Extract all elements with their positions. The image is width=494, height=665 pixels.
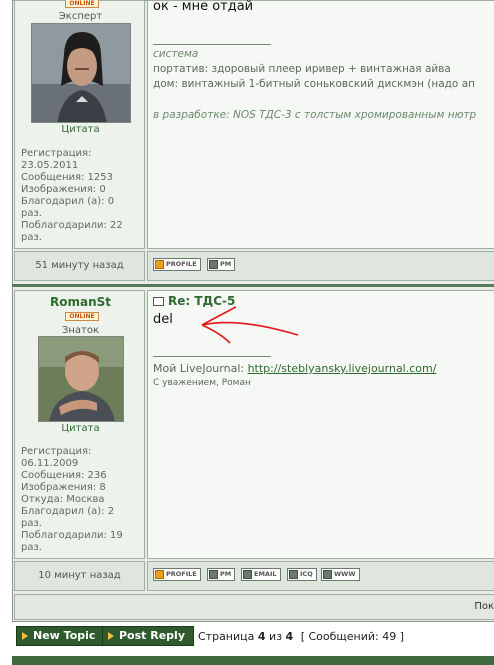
stat-line: раз. bbox=[21, 208, 42, 219]
email-button[interactable]: EMAIL bbox=[241, 568, 281, 581]
signature-livejournal: Мой LiveJournal: http://steblyansky.live… bbox=[153, 361, 436, 376]
quote-link[interactable]: Цитата bbox=[15, 124, 146, 135]
quote-link[interactable]: Цитата bbox=[15, 423, 146, 434]
post-time: 10 минут назад bbox=[14, 561, 145, 591]
profile-button[interactable]: PROFILE bbox=[153, 568, 201, 581]
avatar bbox=[38, 336, 124, 422]
signature-divider bbox=[153, 44, 271, 45]
post-icon bbox=[153, 297, 164, 306]
stat-line: Благодарил (а): 0 bbox=[21, 196, 115, 207]
stat-line: Поблагодарили: 22 bbox=[21, 220, 123, 231]
username[interactable]: RomanSt bbox=[15, 295, 146, 309]
stat-line: Регистрация: bbox=[21, 148, 92, 159]
pm-button[interactable]: PM bbox=[207, 568, 236, 581]
signature-divider bbox=[153, 356, 271, 357]
post-text: del bbox=[153, 312, 173, 327]
www-icon bbox=[323, 570, 332, 579]
new-topic-button[interactable]: New Topic bbox=[16, 626, 105, 646]
stat-line: Сообщения: 1253 bbox=[21, 172, 114, 183]
bottom-bar bbox=[12, 656, 494, 665]
pagination-info: Страница 4 из 4 [ Сообщений: 49 ] bbox=[198, 630, 405, 643]
post-separator bbox=[12, 284, 494, 287]
online-badge: ONLINE bbox=[65, 312, 99, 321]
stat-line: Откуда: Москва bbox=[21, 494, 105, 505]
post-1-author-column: ONLINE Эксперт Цитата Регистрация: 23.05… bbox=[14, 0, 145, 249]
current-page: 4 bbox=[257, 630, 266, 643]
arrow-right-icon bbox=[108, 632, 114, 640]
user-rank: Эксперт bbox=[58, 11, 103, 22]
post-1-buttons: PROFILE PM bbox=[147, 251, 494, 281]
icq-icon bbox=[289, 570, 298, 579]
livejournal-label: Мой LiveJournal: bbox=[153, 362, 245, 375]
signature-line: портатив: здоровый плеер иривер + винтаж… bbox=[153, 63, 451, 75]
user-stats: Регистрация: 06.11.2009 Сообщения: 236 И… bbox=[21, 446, 141, 554]
topic-footer-row: Пок bbox=[14, 594, 494, 620]
pm-icon bbox=[209, 260, 218, 269]
signature-line: дом: винтажный 1-битный соньковский диск… bbox=[153, 78, 475, 90]
post-1: ONLINE Эксперт Цитата Регистрация: 23.05… bbox=[14, 0, 494, 249]
red-scribble-annotation bbox=[201, 306, 299, 344]
pm-button[interactable]: PM bbox=[207, 258, 236, 271]
profile-icon bbox=[155, 570, 164, 579]
signature-line: в разработке: NOS ТДС-3 с толстым хромир… bbox=[153, 109, 477, 121]
livejournal-link[interactable]: http://steblyansky.livejournal.com/ bbox=[248, 362, 437, 375]
post-reply-button[interactable]: Post Reply bbox=[102, 626, 194, 646]
message-count: [ Сообщений: 49 ] bbox=[300, 630, 405, 643]
email-icon bbox=[243, 570, 252, 579]
footer-truncated-text: Пок bbox=[474, 601, 494, 612]
avatar bbox=[31, 23, 131, 123]
online-badge: ONLINE bbox=[65, 0, 99, 8]
user-rank: Знаток bbox=[61, 325, 100, 336]
post-2-author-column: RomanSt ONLINE Знаток Цитата Регистрация… bbox=[14, 290, 145, 559]
www-button[interactable]: WWW bbox=[321, 568, 360, 581]
icq-button[interactable]: ICQ bbox=[287, 568, 317, 581]
pm-icon bbox=[209, 570, 218, 579]
post-text: ок - мне отдай bbox=[153, 0, 254, 14]
post-1-body: ок - мне отдай система портатив: здоровы… bbox=[147, 0, 494, 249]
stat-line: 23.05.2011 bbox=[21, 160, 79, 171]
arrow-right-icon bbox=[22, 632, 28, 640]
signature-heading: система bbox=[153, 48, 199, 60]
stat-line: Изображения: 0 bbox=[21, 184, 106, 195]
stat-line: Изображения: 8 bbox=[21, 482, 106, 493]
stat-line: Поблагодарили: 19 bbox=[21, 530, 123, 541]
user-stats: Регистрация: 23.05.2011 Сообщения: 1253 … bbox=[21, 148, 141, 244]
stat-line: раз. bbox=[21, 518, 42, 529]
profile-icon bbox=[155, 260, 164, 269]
stat-line: раз. bbox=[21, 232, 42, 243]
stat-line: Благодарил (а): 2 bbox=[21, 506, 115, 517]
signature-regards: С уважением, Роман bbox=[153, 378, 251, 388]
post-2: RomanSt ONLINE Знаток Цитата Регистрация… bbox=[14, 290, 494, 559]
stat-line: раз. bbox=[21, 542, 42, 553]
post-2-buttons: PROFILE PM EMAIL ICQ WWW bbox=[147, 561, 494, 591]
post-2-body: Re: ТДС-5 del Мой LiveJournal: http://st… bbox=[147, 290, 494, 559]
stat-line: Регистрация: bbox=[21, 446, 92, 457]
stat-line: Сообщения: 236 bbox=[21, 470, 107, 481]
total-pages: 4 bbox=[285, 630, 294, 643]
post-time: 51 минуту назад bbox=[14, 251, 145, 281]
profile-button[interactable]: PROFILE bbox=[153, 258, 201, 271]
stat-line: 06.11.2009 bbox=[21, 458, 79, 469]
